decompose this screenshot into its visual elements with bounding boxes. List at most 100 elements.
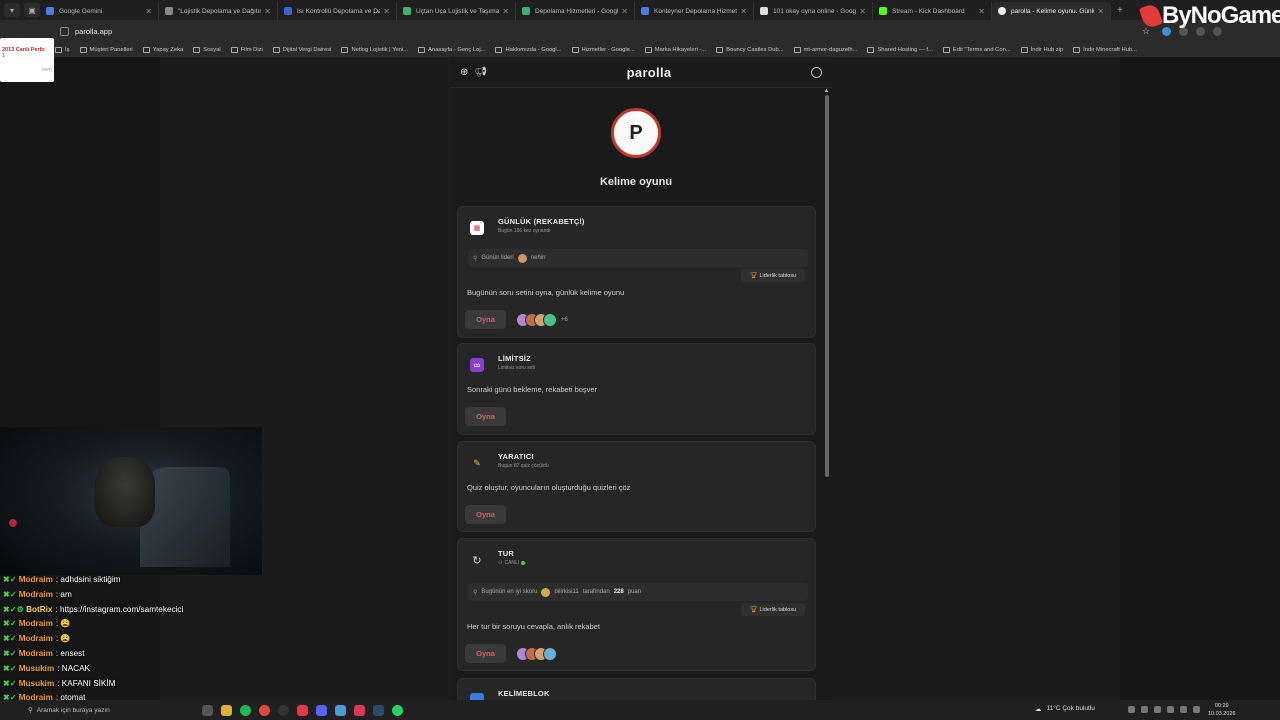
- steam-icon[interactable]: [373, 704, 384, 716]
- close-icon[interactable]: ✕: [502, 7, 509, 16]
- live-indicator: [521, 561, 526, 565]
- clock[interactable]: 00:29 10.03.2026: [1208, 702, 1236, 718]
- discord-icon[interactable]: [297, 704, 308, 716]
- browser-tab[interactable]: Uçtan Uca Lojistik ve Taşımacılı ✕: [397, 2, 516, 20]
- volume-icon[interactable]: [1193, 706, 1200, 713]
- bookmark-item[interactable]: mt-armor-daguzelh...: [793, 46, 857, 53]
- app-avatar: P: [611, 108, 661, 158]
- new-tab-button[interactable]: +: [1117, 5, 1123, 16]
- bookmark-item[interactable]: Yapay Zeka: [142, 46, 183, 53]
- file-explorer-icon[interactable]: [221, 704, 232, 716]
- bookmark-item[interactable]: Marka Hikayeleri -...: [644, 46, 706, 53]
- leader-name[interactable]: nehirr: [531, 255, 546, 261]
- card-subtitle: Limitsiz soru seti: [498, 365, 535, 371]
- leaderboard-button[interactable]: 🏆︎ Liderlik tablosu: [741, 269, 805, 282]
- bookmark-item[interactable]: Hizmetler - Google...: [571, 46, 635, 53]
- user-icon[interactable]: [810, 67, 822, 78]
- webcam-light: [9, 519, 17, 527]
- bot-badge-icon: ✖︎✓⚙︎: [3, 604, 25, 614]
- network-icon[interactable]: [1180, 706, 1187, 713]
- close-icon[interactable]: ✕: [859, 7, 866, 16]
- play-button[interactable]: Oyna: [465, 407, 506, 426]
- browser-tab-active[interactable]: parolla - Kelime oyunu. Günlük ✕: [992, 2, 1111, 20]
- browser-tab[interactable]: "Lojistik Depolama ve Dağıtım" ✕: [159, 2, 278, 20]
- brand-mark-icon: [1138, 2, 1164, 30]
- bookmark-item[interactable]: Dijital Vergi Dairesi: [272, 46, 331, 53]
- card-header: ↻ TUR ⚇ CANLI: [470, 549, 526, 567]
- parolla-app: ⊕ 📢︎ parolla P Kelime oyunu ▲ ▦ GÜNLÜK (…: [450, 58, 832, 700]
- bookmarks-bar: İş Müşteri Panelleri Yapay Zeka Sosyal F…: [55, 42, 1280, 57]
- task-view-icon[interactable]: [202, 704, 213, 716]
- bookmark-item[interactable]: Netlog Lojistik | Yeni...: [341, 46, 408, 53]
- whatsapp-icon[interactable]: [392, 704, 403, 716]
- card-subtitle: Bugün 87 quiz çözüldü: [498, 463, 549, 469]
- site-icon: [418, 46, 426, 53]
- browser-tab[interactable]: Stream - Kick Dashboard ✕: [873, 2, 992, 20]
- app-icon[interactable]: [316, 704, 327, 716]
- bookmark-item[interactable]: İş: [55, 46, 70, 53]
- bookmark-item[interactable]: Shared Hosting — f...: [867, 46, 933, 53]
- browser-tab[interactable]: Konteyner Depolama Hizmeti - ✕: [635, 2, 754, 20]
- bookmark-item[interactable]: Hakkımızda - Googl...: [495, 46, 562, 53]
- play-button[interactable]: Oyna: [465, 505, 506, 524]
- play-button[interactable]: Oyna: [465, 644, 506, 663]
- close-icon[interactable]: ✕: [740, 7, 747, 16]
- app-icon[interactable]: [354, 704, 365, 716]
- best-user[interactable]: bilirkisi11: [554, 589, 578, 595]
- site-info-icon[interactable]: [60, 26, 69, 36]
- widget-foot: osm: [41, 67, 52, 73]
- taskbar-search[interactable]: ⚲ Aramak için buraya yazın: [28, 703, 188, 717]
- site-icon: [716, 46, 724, 53]
- best-score: 228: [613, 589, 624, 595]
- megaphone-icon[interactable]: 📢︎: [474, 67, 487, 78]
- avatar: [543, 647, 557, 661]
- close-icon[interactable]: ✕: [621, 7, 628, 16]
- tab-search-icon[interactable]: ▾: [4, 3, 20, 17]
- bookmark-item[interactable]: İndir Minecraft Hub...: [1073, 46, 1137, 53]
- mode-card-creative: ✎ YARATICI Bugün 87 quiz çözüldü Quiz ol…: [457, 441, 816, 532]
- browser-tab[interactable]: Isı Kontrollü Depolama ve Dağı ✕: [278, 2, 397, 20]
- page-title: Kelime oyunu: [599, 176, 673, 188]
- scrollbar[interactable]: ▲: [823, 88, 830, 700]
- leaderboard-button[interactable]: 🏆︎ Liderlik tablosu: [741, 603, 805, 616]
- close-icon[interactable]: ✕: [145, 7, 152, 16]
- url-field[interactable]: parolla.app: [60, 26, 112, 36]
- scroll-up-icon[interactable]: ▲: [823, 88, 830, 94]
- app-logo[interactable]: parolla: [627, 65, 672, 80]
- tray-icon[interactable]: [1141, 706, 1148, 713]
- browser-tab[interactable]: Depolama Hizmetleri - Google ✕: [516, 2, 635, 20]
- card-description: Her tur bir soruyu cevapla, anlık rekabe…: [467, 622, 600, 631]
- spotify-icon[interactable]: [240, 704, 251, 716]
- browser-tab[interactable]: 101 okey oyna online - Google ✕: [754, 2, 873, 20]
- bookmark-item[interactable]: Müşteri Panelleri: [79, 46, 133, 53]
- obs-icon[interactable]: [278, 704, 289, 716]
- language-icon[interactable]: ⊕: [460, 67, 468, 78]
- card-subtitle: ⚇ CANLI: [498, 560, 526, 566]
- users-icon: ⚇: [498, 560, 503, 566]
- tab-groups-icon[interactable]: ▣: [24, 3, 40, 17]
- tray-icon[interactable]: [1128, 706, 1135, 713]
- pin-icon: ⚲: [473, 589, 478, 596]
- bookmark-item[interactable]: Edit "Terms and Con...: [942, 46, 1011, 53]
- bookmark-item[interactable]: Bouncy Castles Dub...: [716, 46, 784, 53]
- weather-widget[interactable]: ☁ 11°C Çok bulutlu: [1035, 705, 1095, 713]
- widget-title: 2013 Canlı Perfo: [2, 47, 45, 53]
- card-header: ✎ YARATICI Bugün 87 quiz çözüldü: [470, 452, 549, 470]
- bookmark-item[interactable]: Anasayfa - Genç Loj...: [418, 46, 485, 53]
- chrome-icon[interactable]: [259, 704, 270, 716]
- app-icon[interactable]: [335, 704, 346, 716]
- bookmark-item[interactable]: Film Dizi: [230, 46, 263, 53]
- close-icon[interactable]: ✕: [978, 7, 985, 16]
- tray-icon[interactable]: [1167, 706, 1174, 713]
- close-icon[interactable]: ✕: [383, 7, 390, 16]
- scroll-thumb[interactable]: [824, 95, 829, 477]
- stream-chat: ✖︎✓ Modraim: adhdsini siktiğim ✖︎✓ Modraim…: [3, 573, 263, 706]
- browser-tab[interactable]: Google Gemini ✕: [40, 2, 159, 20]
- play-button[interactable]: Oyna: [465, 310, 506, 329]
- tray-icon[interactable]: [1154, 706, 1161, 713]
- avatar: [517, 253, 527, 263]
- close-icon[interactable]: ✕: [264, 7, 271, 16]
- bookmark-item[interactable]: İndir Hub zip: [1020, 46, 1063, 53]
- close-icon[interactable]: ✕: [1097, 7, 1104, 16]
- bookmark-item[interactable]: Sosyal: [193, 46, 221, 53]
